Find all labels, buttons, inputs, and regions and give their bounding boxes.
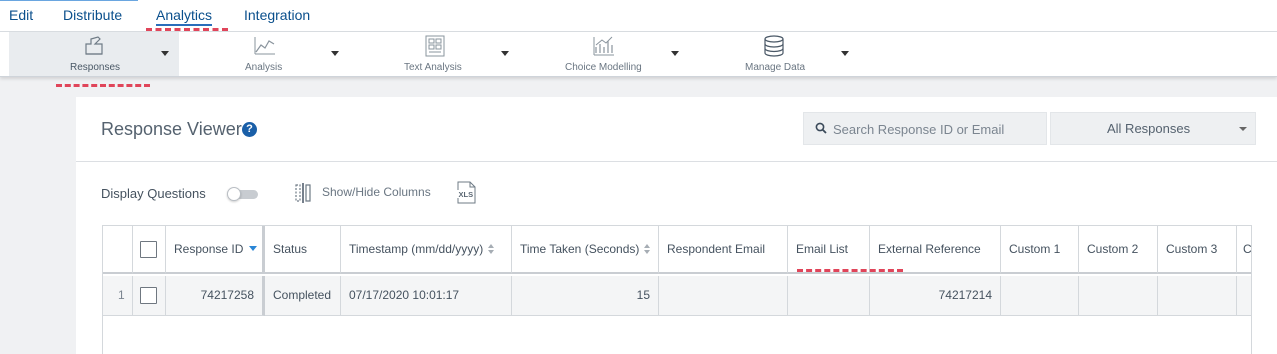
cell-custom-2 xyxy=(1079,276,1158,316)
column-header-label: Cu xyxy=(1243,242,1252,256)
tool-manage-data-label: Manage Data xyxy=(745,62,806,73)
display-questions-label: Display Questions xyxy=(101,186,206,201)
tool-responses-label: Responses xyxy=(70,62,121,73)
column-header-custom-4[interactable]: Cu xyxy=(1237,226,1252,274)
cell-custom-1 xyxy=(1001,276,1079,316)
tool-text-analysis-label: Text Analysis xyxy=(404,62,462,73)
column-header-label: External Reference xyxy=(878,242,981,256)
show-hide-columns-label: Show/Hide Columns xyxy=(322,185,431,199)
responses-table: Response ID Status Timestamp (mm/dd/yyyy… xyxy=(102,225,1252,354)
highlight-dash-responses xyxy=(56,84,150,87)
help-icon[interactable]: ? xyxy=(242,122,257,137)
row-checkbox[interactable] xyxy=(140,287,157,304)
sort-icon[interactable] xyxy=(644,244,652,254)
column-header-label: Time Taken (Seconds) xyxy=(520,242,640,256)
nav-distribute[interactable]: Distribute xyxy=(63,7,122,23)
cell-custom-4 xyxy=(1237,276,1251,316)
cell-respondent-email xyxy=(659,276,788,316)
cell-status: Completed xyxy=(265,276,341,316)
column-header-label: Custom 1 xyxy=(1009,242,1061,256)
text-analysis-icon xyxy=(425,35,445,57)
top-accent-line xyxy=(0,0,138,1)
chevron-down-icon[interactable] xyxy=(331,51,339,56)
table-header-index xyxy=(103,226,133,274)
analytics-toolbar: Responses Analysis Text Analysis Choice … xyxy=(0,32,1277,77)
sort-icon[interactable] xyxy=(488,244,496,254)
header-divider xyxy=(76,161,1277,162)
nav-integration[interactable]: Integration xyxy=(244,7,310,23)
nav-edit[interactable]: Edit xyxy=(9,7,33,23)
responses-icon xyxy=(85,36,103,55)
tool-choice-modelling[interactable]: Choice Modelling xyxy=(540,32,690,76)
column-header-custom-2[interactable]: Custom 2 xyxy=(1079,226,1158,274)
tool-analysis[interactable]: Analysis xyxy=(200,32,350,76)
column-header-email-list[interactable]: Email List xyxy=(788,226,870,274)
cell-custom-3 xyxy=(1158,276,1237,316)
column-header-label: Custom 2 xyxy=(1087,242,1139,256)
cell-email-list xyxy=(788,276,870,316)
column-header-response-id[interactable]: Response ID xyxy=(166,226,265,274)
table-header-select xyxy=(133,226,166,274)
search-icon xyxy=(815,122,827,134)
row-index: 1 xyxy=(103,276,133,316)
column-header-label: Respondent Email xyxy=(667,242,766,256)
column-header-timestamp[interactable]: Timestamp (mm/dd/yyyy) xyxy=(341,226,512,274)
tool-analysis-label: Analysis xyxy=(245,62,283,73)
tool-text-analysis[interactable]: Text Analysis xyxy=(370,32,520,76)
search-input[interactable] xyxy=(833,120,1038,138)
cell-response-id[interactable]: 74217258 xyxy=(166,276,265,316)
cell-external-reference: 74217214 xyxy=(870,276,1001,316)
column-header-custom-3[interactable]: Custom 3 xyxy=(1158,226,1237,274)
column-header-status[interactable]: Status xyxy=(265,226,341,274)
search-box[interactable] xyxy=(803,112,1047,145)
chevron-down-icon[interactable] xyxy=(841,51,849,56)
svg-text:XLS: XLS xyxy=(459,190,474,199)
chevron-down-icon[interactable] xyxy=(161,51,169,56)
cell-time-taken: 15 xyxy=(512,276,659,316)
analysis-chart-icon xyxy=(254,37,275,55)
chevron-down-icon[interactable] xyxy=(671,51,679,56)
sort-descending-icon[interactable] xyxy=(249,246,258,251)
display-questions-toggle[interactable] xyxy=(227,187,258,201)
xls-file-icon[interactable]: XLS xyxy=(456,181,478,204)
row-select xyxy=(133,276,166,316)
highlight-dash-analytics xyxy=(146,28,228,31)
column-header-external-reference[interactable]: External Reference xyxy=(870,226,1001,274)
chevron-down-icon[interactable] xyxy=(501,51,509,56)
column-header-label: Timestamp (mm/dd/yyyy) xyxy=(349,242,484,256)
column-header-label: Email List xyxy=(796,242,849,256)
nav-analytics[interactable]: Analytics xyxy=(156,7,213,26)
response-filter-value: All Responses xyxy=(1107,121,1191,136)
highlight-dash-external-reference xyxy=(797,269,903,272)
page-title: Response Viewer xyxy=(101,119,242,139)
column-header-custom-1[interactable]: Custom 1 xyxy=(1001,226,1079,274)
response-filter-select[interactable]: All Responses xyxy=(1050,112,1256,145)
cell-timestamp: 07/17/2020 10:01:17 xyxy=(341,276,512,316)
select-all-checkbox[interactable] xyxy=(140,241,157,258)
column-header-label: Custom 3 xyxy=(1166,242,1218,256)
tool-responses[interactable]: Responses xyxy=(9,32,179,76)
columns-icon xyxy=(295,183,311,203)
tool-manage-data[interactable]: Manage Data xyxy=(710,32,860,76)
tool-choice-modelling-label: Choice Modelling xyxy=(565,62,642,73)
toggle-knob xyxy=(227,187,241,201)
response-viewer-panel: Response Viewer ? All Responses Display … xyxy=(76,97,1277,354)
column-header-label: Status xyxy=(273,242,308,256)
choice-modelling-icon xyxy=(593,36,614,56)
column-header-label: Response ID xyxy=(174,242,244,256)
column-header-time-taken[interactable]: Time Taken (Seconds) xyxy=(512,226,659,274)
chevron-down-icon xyxy=(1239,127,1247,131)
column-header-respondent-email[interactable]: Respondent Email xyxy=(659,226,788,274)
database-icon xyxy=(764,35,784,57)
